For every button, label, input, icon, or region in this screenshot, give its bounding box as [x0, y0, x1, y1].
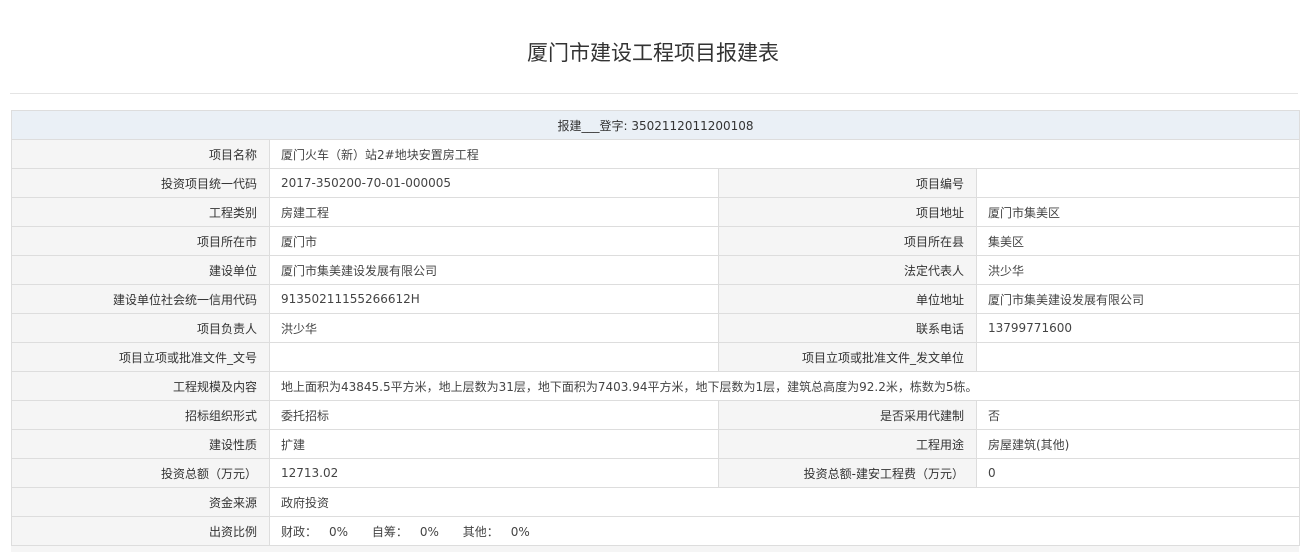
table-row: 工程类别 房建工程 项目地址 厦门市集美区: [11, 197, 1301, 227]
legal-rep-value: 洪少华: [975, 255, 1301, 285]
fund-ratio-finance-label: 财政：: [281, 524, 318, 539]
project-county-label: 项目所在县: [718, 226, 977, 256]
table-row: 工程规模及内容 地上面积为43845.5平方米，地上层数为31层，地下面积为74…: [11, 371, 1301, 401]
scale-value: 地上面积为43845.5平方米，地上层数为31层，地下面积为7403.94平方米…: [268, 371, 1301, 401]
registration-label: 报建___登字:: [557, 118, 628, 133]
fund-source-value: 政府投资: [268, 487, 1301, 517]
project-address-value: 厦门市集美区: [975, 197, 1301, 227]
build-nature-value: 扩建: [269, 429, 719, 459]
project-number-value: [975, 168, 1301, 198]
fund-ratio-other-value: 0%: [510, 524, 530, 539]
page-title: 厦门市建设工程项目报建表: [527, 41, 779, 65]
project-category-value: 房建工程: [269, 197, 719, 227]
approval-doc-no-value: [269, 342, 719, 372]
table-row: 项目立项或批准文件_文号 项目立项或批准文件_发文单位: [11, 342, 1301, 372]
project-leader-label: 项目负责人: [11, 313, 270, 343]
unit-address-value: 厦门市集美建设发展有限公司: [975, 284, 1301, 314]
project-category-label: 工程类别: [11, 197, 270, 227]
fund-ratio-finance-value: 0%: [329, 524, 349, 539]
table-row: 投资项目统一代码 2017-350200-70-01-000005 项目编号: [11, 168, 1301, 198]
fund-ratio-self-value: 0%: [419, 524, 439, 539]
title-divider: [10, 93, 1298, 94]
fund-ratio-other: 其他： 0%: [463, 525, 530, 539]
table-row: 建设性质 扩建 工程用途 房屋建筑(其他): [11, 429, 1301, 459]
credit-code-value: 91350211155266612H: [269, 284, 719, 314]
investment-code-value: 2017-350200-70-01-000005: [269, 168, 719, 198]
project-number-label: 项目编号: [718, 168, 977, 198]
usage-label: 工程用途: [718, 429, 977, 459]
phone-label: 联系电话: [718, 313, 977, 343]
credit-code-label: 建设单位社会统一信用代码: [11, 284, 270, 314]
legal-rep-label: 法定代表人: [718, 255, 977, 285]
table-row: 建设单位 厦门市集美建设发展有限公司 法定代表人 洪少华: [11, 255, 1301, 285]
build-nature-label: 建设性质: [11, 429, 270, 459]
project-city-label: 项目所在市: [11, 226, 270, 256]
approval-issuer-label: 项目立项或批准文件_发文单位: [718, 342, 977, 372]
approval-doc-no-label: 项目立项或批准文件_文号: [11, 342, 270, 372]
table-row: 建设单位社会统一信用代码 91350211155266612H 单位地址 厦门市…: [11, 284, 1301, 314]
builder-value: 厦门市集美建设发展有限公司: [269, 255, 719, 285]
phone-value: 13799771600: [975, 313, 1301, 343]
registration-cell: 报建___登字: 3502112011200108: [10, 110, 1301, 140]
registration-number: 3502112011200108: [631, 118, 754, 133]
tender-form-label: 招标组织形式: [11, 400, 270, 430]
project-name-value: 厦门火车（新）站2#地块安置房工程: [268, 139, 1301, 169]
construction-fee-label: 投资总额-建安工程费（万元）: [718, 458, 977, 488]
total-investment-value: 12713.02: [269, 458, 719, 488]
construction-fee-value: 0: [975, 458, 1301, 488]
fund-ratio-value: 财政： 0% 自筹： 0% 其他： 0%: [268, 516, 1301, 546]
table-row: 项目负责人 洪少华 联系电话 13799771600: [11, 313, 1301, 343]
project-leader-value: 洪少华: [269, 313, 719, 343]
fund-ratio-label: 出资比例: [11, 516, 270, 546]
table-row: 出资比例 财政： 0% 自筹： 0% 其他： 0%: [11, 516, 1301, 546]
unit-address-label: 单位地址: [718, 284, 977, 314]
table-row: 资金来源 政府投资: [11, 487, 1301, 517]
investment-code-label: 投资项目统一代码: [11, 168, 270, 198]
scale-label: 工程规模及内容: [11, 371, 270, 401]
table-row: 招标组织形式 委托招标 是否采用代建制 否: [11, 400, 1301, 430]
usage-value: 房屋建筑(其他): [975, 429, 1301, 459]
project-name-label: 项目名称: [11, 139, 270, 169]
table-row: 项目名称 厦门火车（新）站2#地块安置房工程: [11, 139, 1301, 169]
fund-ratio-finance: 财政： 0%: [281, 525, 348, 539]
approval-issuer-value: [975, 342, 1301, 372]
builder-label: 建设单位: [11, 255, 270, 285]
total-investment-label: 投资总额（万元）: [11, 458, 270, 488]
table-row: 投资总额（万元） 12713.02 投资总额-建安工程费（万元） 0: [11, 458, 1301, 488]
registration-row: 报建___登字: 3502112011200108: [10, 110, 1301, 140]
table-row: 项目所在市 厦门市 项目所在县 集美区: [11, 226, 1301, 256]
project-address-label: 项目地址: [718, 197, 977, 227]
project-county-value: 集美区: [975, 226, 1301, 256]
project-city-value: 厦门市: [269, 226, 719, 256]
fund-ratio-self: 自筹： 0%: [372, 525, 439, 539]
tender-form-value: 委托招标: [269, 400, 719, 430]
fund-ratio-self-label: 自筹：: [371, 524, 408, 539]
agent-build-label: 是否采用代建制: [718, 400, 977, 430]
agent-build-value: 否: [975, 400, 1301, 430]
fund-ratio-other-label: 其他：: [462, 524, 499, 539]
fund-source-label: 资金来源: [11, 487, 270, 517]
project-registration-table: 报建___登字: 3502112011200108 项目名称 厦门火车（新）站2…: [10, 110, 1301, 546]
